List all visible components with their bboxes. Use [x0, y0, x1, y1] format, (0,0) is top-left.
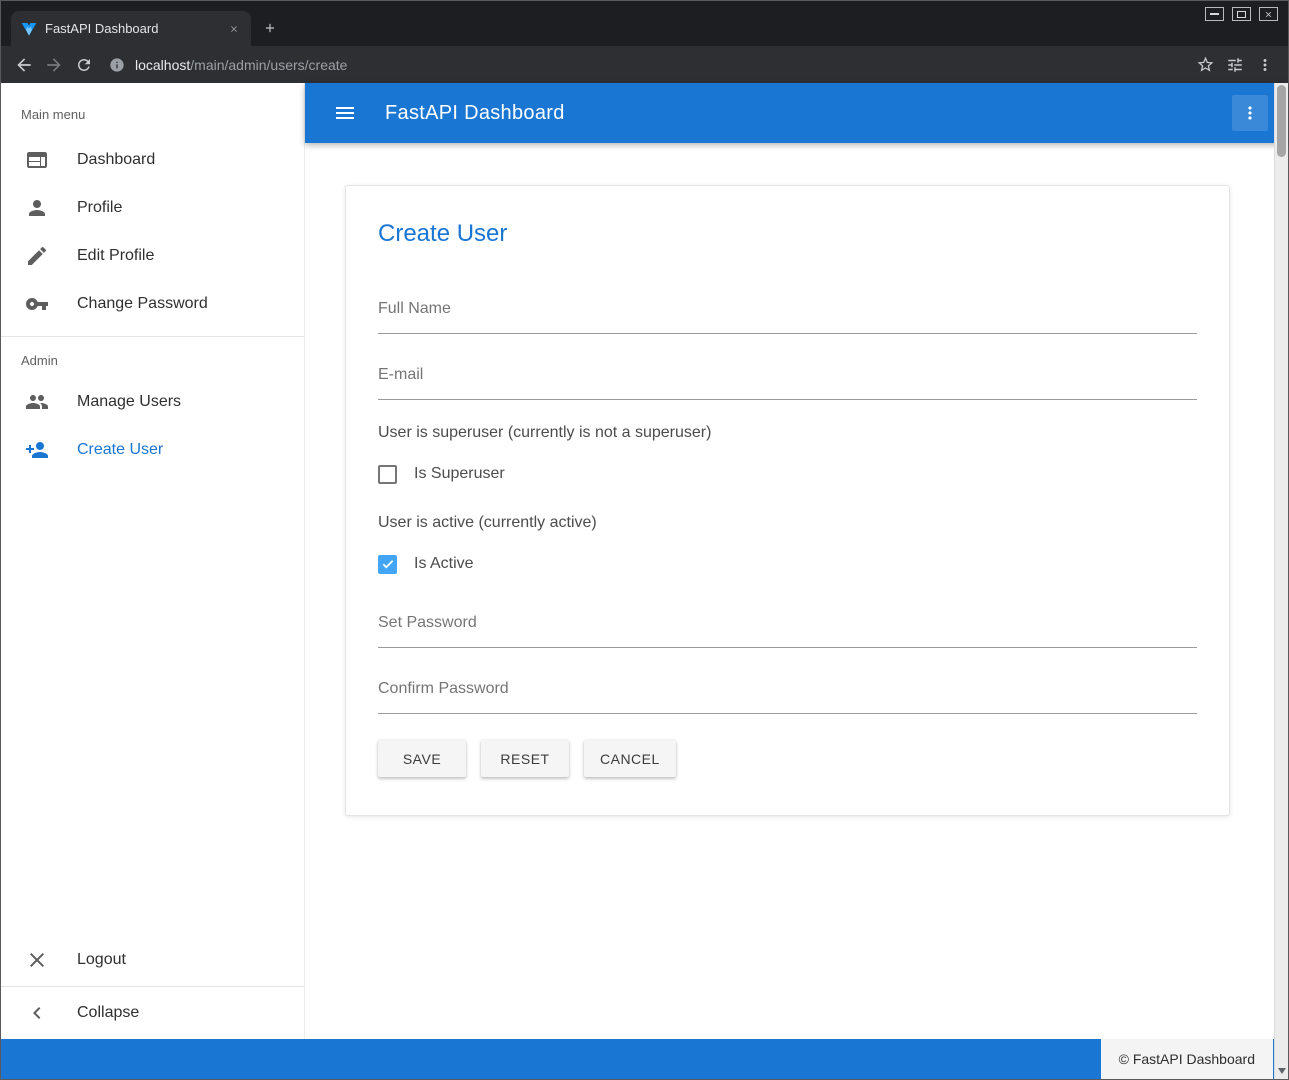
chevron-left-icon [25, 1001, 49, 1025]
check-icon [381, 557, 395, 571]
sidebar-item-manage-users[interactable]: Manage Users [1, 378, 304, 426]
page-scrollbar[interactable] [1274, 83, 1288, 1079]
more-vert-icon [1240, 103, 1260, 123]
sidebar: Main menu Dashboard Profile Edit Profile… [1, 83, 305, 1039]
pencil-icon [25, 244, 49, 268]
new-tab-button[interactable] [255, 13, 285, 43]
back-button[interactable] [9, 50, 39, 80]
sidebar-item-create-user[interactable]: Create User [1, 426, 304, 474]
page: Main menu Dashboard Profile Edit Profile… [1, 83, 1288, 1079]
browser-menu-button[interactable] [1250, 50, 1280, 80]
confirm-password-field [378, 668, 1197, 714]
form-actions: SAVE RESET CANCEL [378, 740, 1197, 777]
refresh-icon [75, 56, 93, 74]
bookmark-button[interactable] [1190, 50, 1220, 80]
scroll-down-arrow-icon[interactable] [1278, 1068, 1286, 1074]
email-input[interactable] [378, 366, 1197, 400]
email-field [378, 354, 1197, 400]
browser-titlebar: FastAPI Dashboard [1, 1, 1288, 46]
window-minimize-button[interactable] [1205, 7, 1224, 21]
hamburger-menu-button[interactable] [325, 93, 365, 133]
sidebar-item-collapse[interactable]: Collapse [1, 989, 304, 1037]
sidebar-item-edit-profile[interactable]: Edit Profile [1, 232, 304, 280]
main-column: FastAPI Dashboard Create User [305, 83, 1288, 1039]
sidebar-section-main-menu: Main menu [1, 83, 304, 136]
maximize-icon [1237, 11, 1246, 18]
cancel-button[interactable]: CANCEL [584, 740, 676, 777]
browser-toolbar: localhost/main/admin/users/create [1, 46, 1288, 83]
active-checkbox-row[interactable]: Is Active [378, 550, 1197, 578]
key-icon [25, 292, 49, 316]
footer-copyright: © FastAPI Dashboard [1101, 1039, 1273, 1079]
sidebar-item-profile[interactable]: Profile [1, 184, 304, 232]
more-vert-icon [1256, 56, 1274, 74]
full-name-input[interactable] [378, 300, 1197, 334]
browser-extension-button[interactable] [1220, 50, 1250, 80]
window-maximize-button[interactable] [1232, 7, 1251, 21]
sidebar-bottom: Logout Collapse [1, 936, 304, 1039]
close-icon [1264, 10, 1273, 19]
active-note: User is active (currently active) [378, 514, 1197, 532]
forward-arrow-icon [44, 55, 64, 75]
set-password-input[interactable] [378, 614, 1197, 648]
hamburger-icon [333, 101, 357, 125]
tab-close-icon[interactable] [227, 22, 241, 36]
page-title: Create User [378, 220, 1197, 248]
content-area: Create User User is superuser (currently… [305, 143, 1288, 1039]
superuser-checkbox-row[interactable]: Is Superuser [378, 460, 1197, 488]
sidebar-item-label: Profile [77, 199, 122, 217]
appbar-menu-button[interactable] [1232, 95, 1268, 131]
full-name-field [378, 288, 1197, 334]
sidebar-item-dashboard[interactable]: Dashboard [1, 136, 304, 184]
sidebar-item-label: Change Password [77, 295, 208, 313]
page-row: Main menu Dashboard Profile Edit Profile… [1, 83, 1288, 1039]
confirm-password-input[interactable] [378, 680, 1197, 714]
refresh-button[interactable] [69, 50, 99, 80]
back-arrow-icon [14, 55, 34, 75]
star-icon [1196, 55, 1215, 74]
person-icon [25, 196, 49, 220]
sidebar-item-label: Create User [77, 441, 163, 459]
address-bar[interactable]: localhost/main/admin/users/create [109, 57, 1180, 73]
scrollbar-thumb[interactable] [1277, 85, 1286, 157]
set-password-field [378, 602, 1197, 648]
vuetify-favicon-icon [21, 21, 37, 37]
forward-button[interactable] [39, 50, 69, 80]
close-icon [25, 948, 49, 972]
dashboard-icon [25, 148, 49, 172]
sidebar-item-label: Collapse [77, 1004, 139, 1022]
url-text[interactable]: localhost/main/admin/users/create [135, 57, 347, 73]
tab-title: FastAPI Dashboard [45, 21, 219, 36]
sidebar-item-label: Logout [77, 951, 126, 969]
active-checkbox[interactable] [378, 555, 397, 574]
page-info-icon[interactable] [109, 57, 125, 73]
superuser-checkbox-label: Is Superuser [414, 465, 505, 483]
create-user-card: Create User User is superuser (currently… [345, 185, 1230, 816]
sidebar-section-admin: Admin [1, 337, 304, 378]
save-button[interactable]: SAVE [378, 740, 466, 777]
tune-icon [1226, 56, 1244, 74]
person-add-icon [25, 438, 49, 462]
sidebar-item-logout[interactable]: Logout [1, 936, 304, 984]
footer: © FastAPI Dashboard [1, 1039, 1288, 1079]
superuser-note: User is superuser (currently is not a su… [378, 424, 1197, 442]
window-controls [1205, 7, 1278, 21]
browser-tab[interactable]: FastAPI Dashboard [11, 11, 251, 46]
reset-button[interactable]: RESET [481, 740, 569, 777]
active-checkbox-label: Is Active [414, 555, 474, 573]
appbar: FastAPI Dashboard [305, 83, 1288, 143]
sidebar-item-label: Edit Profile [77, 247, 154, 265]
sidebar-divider [1, 986, 304, 987]
url-path: /main/admin/users/create [190, 57, 347, 73]
sidebar-item-label: Manage Users [77, 393, 181, 411]
window-close-button[interactable] [1259, 7, 1278, 21]
url-host: localhost [135, 57, 190, 73]
sidebar-item-label: Dashboard [77, 151, 155, 169]
sidebar-item-change-password[interactable]: Change Password [1, 280, 304, 328]
appbar-title: FastAPI Dashboard [385, 102, 565, 125]
browser-window: FastAPI Dashboard localhost/m [0, 0, 1289, 1080]
minimize-icon [1210, 13, 1219, 15]
superuser-checkbox[interactable] [378, 465, 397, 484]
people-icon [25, 390, 49, 414]
